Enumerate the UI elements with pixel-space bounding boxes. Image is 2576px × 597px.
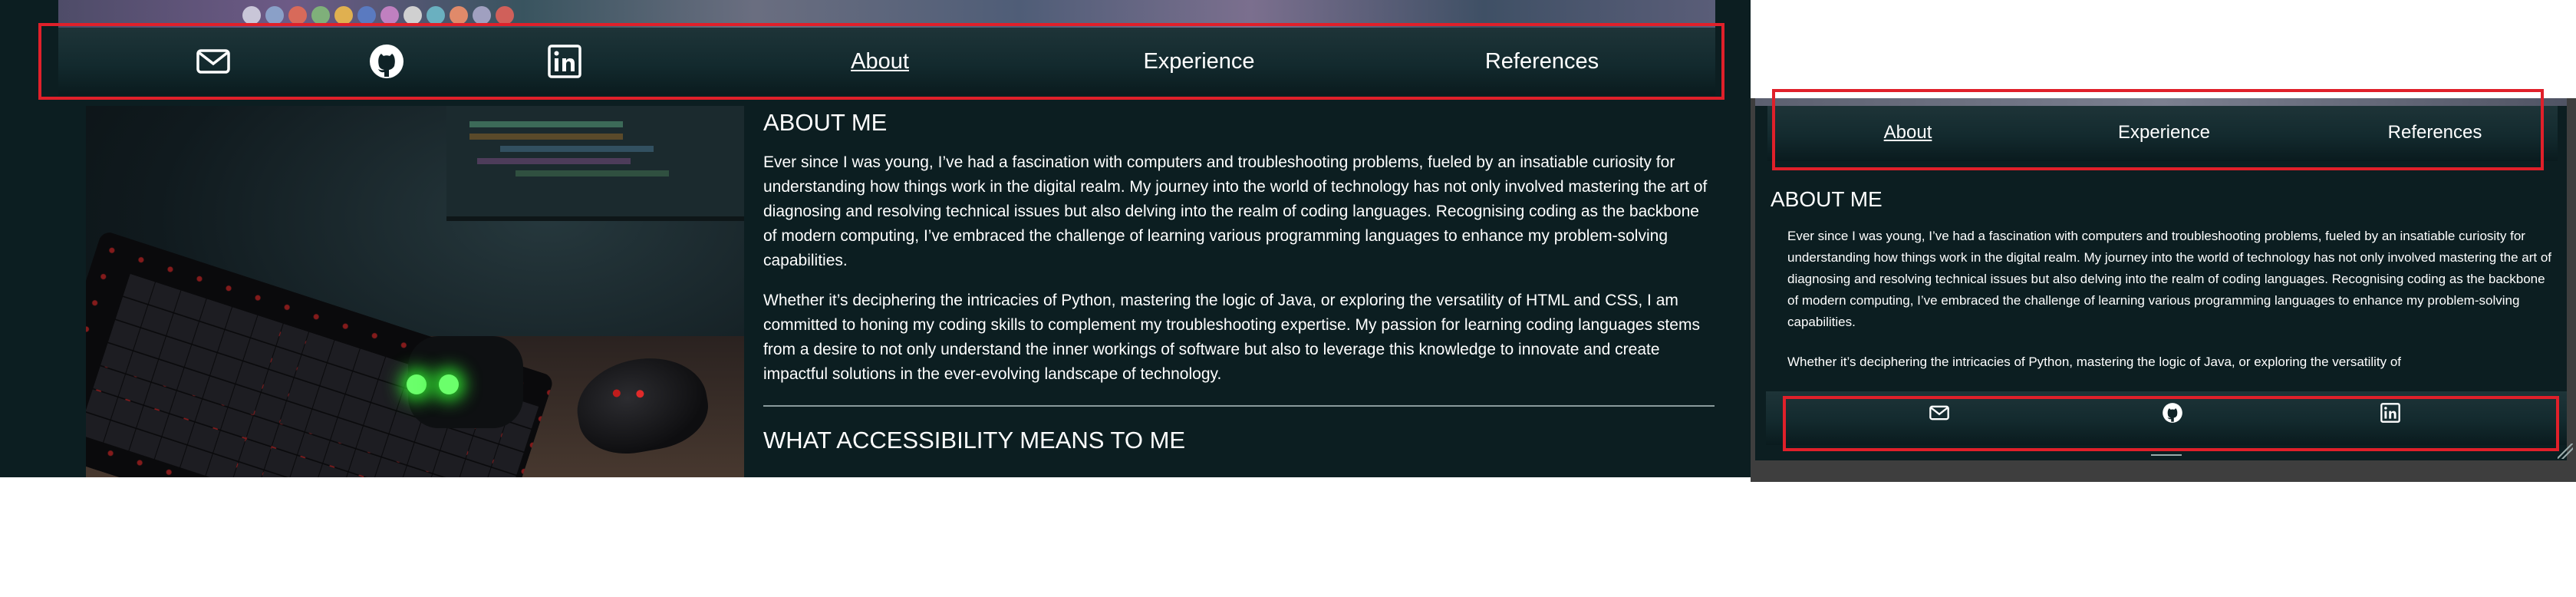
keyboard-photo — [86, 106, 744, 477]
accessibility-heading: WHAT ACCESSIBILITY MEANS TO ME — [763, 427, 1186, 454]
about-section: ABOUT ME Ever since I was young, I’ve ha… — [763, 106, 1715, 457]
highlight-box-mobile-footer — [1783, 396, 2559, 451]
about-paragraph-1: Ever since I was young, I’ve had a fasci… — [763, 153, 1708, 269]
highlight-box-mobile-nav — [1772, 89, 2544, 170]
mobile-about-paragraph-2: Whether it’s deciphering the intricacies… — [1787, 355, 2402, 369]
mobile-about-heading: ABOUT ME — [1771, 187, 1883, 211]
about-heading: ABOUT ME — [763, 109, 888, 136]
resize-grip-icon[interactable] — [2558, 444, 2573, 459]
section-divider — [763, 405, 1715, 407]
desktop-view: About Experience References ABOUT ME Eve… — [0, 0, 1751, 477]
mobile-about-section: ABOUT ME Ever since I was young, I’ve ha… — [1771, 184, 2561, 373]
about-paragraph-2: Whether it’s deciphering the intricacies… — [763, 292, 1700, 383]
mobile-about-paragraph-1: Ever since I was young, I’ve had a fasci… — [1787, 229, 2551, 329]
highlight-box-desktop-nav — [38, 23, 1724, 100]
taskbar-app-icons — [242, 6, 514, 25]
